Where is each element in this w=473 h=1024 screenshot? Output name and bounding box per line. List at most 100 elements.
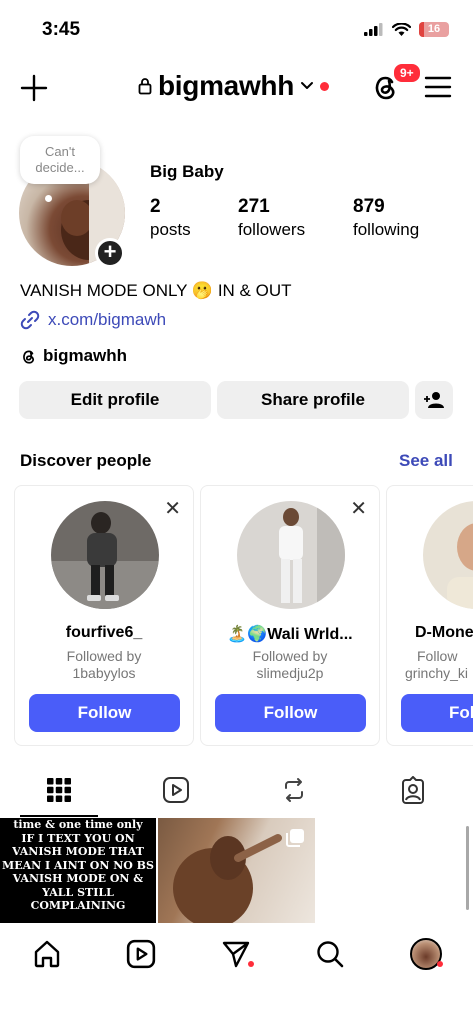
tagged-icon <box>402 776 424 804</box>
nav-home[interactable] <box>30 937 64 971</box>
suggestion-card[interactable]: ✕ fourfive6_ Followed by 1babyylos Follo… <box>14 485 194 746</box>
status-bar: 3:45 16 <box>0 0 473 60</box>
profile-header: bigmawhh 9+ <box>0 60 473 116</box>
suggestion-photo <box>51 501 159 609</box>
header-username: bigmawhh <box>158 70 295 101</box>
post-text-line: YALL STILL <box>42 885 114 899</box>
signal-icon <box>364 23 383 36</box>
wifi-icon <box>392 22 411 36</box>
suggestion-card[interactable]: ✕ 🏝️🌍Wali Wrld... Followed by slimedju2p… <box>200 485 380 746</box>
reels-icon <box>163 777 189 803</box>
chevron-down-icon <box>301 82 314 89</box>
direct-send-icon <box>222 941 250 968</box>
carousel-icon <box>286 829 304 847</box>
account-switcher[interactable]: bigmawhh <box>138 70 330 102</box>
follow-button[interactable]: Follow <box>215 694 366 732</box>
messages-unread-dot <box>248 961 254 967</box>
menu-button[interactable] <box>424 75 452 104</box>
suggestion-mutual: Followed by 1babyylos <box>15 648 193 682</box>
display-name: Big Baby <box>150 162 224 181</box>
reels-icon <box>126 939 156 969</box>
followed-by-label: Followed by <box>66 648 142 664</box>
link-text: x.com/bigmawh <box>48 310 167 329</box>
content-tabs <box>0 765 473 817</box>
battery-icon: 16 <box>419 22 449 37</box>
bio-text: VANISH MODE ONLY 🫢 IN & OUT <box>20 281 292 300</box>
status-icons: 16 <box>364 22 449 37</box>
battery-level <box>419 22 424 37</box>
unread-dot <box>320 81 330 91</box>
posts-stat[interactable]: 2 posts <box>150 196 191 240</box>
suggestion-photo <box>423 501 473 609</box>
tab-tagged[interactable] <box>398 775 428 805</box>
edit-profile-button[interactable]: Edit profile <box>19 381 211 419</box>
dismiss-suggestion-button[interactable]: ✕ <box>350 496 367 521</box>
nav-reels[interactable] <box>124 937 158 971</box>
mutual-follower: grinchy_ki <box>405 665 469 681</box>
post-text-line: time & one time only <box>13 818 143 831</box>
nav-search[interactable] <box>313 937 347 971</box>
add-person-icon <box>424 392 444 408</box>
status-time: 3:45 <box>42 19 81 40</box>
suggestion-mutual: Follow grinchy_ki <box>405 648 473 682</box>
post-text-line: COMPLAINING <box>30 899 126 912</box>
profile-link[interactable]: x.com/bigmawh <box>20 310 166 330</box>
note-bubble-tail <box>45 195 52 202</box>
tab-reels[interactable] <box>161 775 191 805</box>
post-text-line: VANISH MODE ON & <box>12 872 144 885</box>
follow-button[interactable]: Fol <box>401 694 473 732</box>
create-button[interactable] <box>20 74 48 107</box>
followed-by-label: Follow <box>417 648 458 664</box>
followers-stat[interactable]: 271 followers <box>238 196 305 240</box>
following-count: 879 <box>353 196 385 217</box>
notification-badge: 9+ <box>392 62 422 84</box>
tab-reposts[interactable] <box>279 775 309 805</box>
post-thumbnail[interactable]: time & one time only IF I TEXT YOU ON VA… <box>0 818 156 923</box>
profile-unread-dot <box>437 961 443 967</box>
posts-label: posts <box>150 220 191 239</box>
hamburger-menu-icon <box>424 76 452 98</box>
suggestion-name[interactable]: fourfive6_ <box>15 624 193 642</box>
threads-profile-link[interactable]: bigmawhh <box>20 346 127 366</box>
followers-label: followers <box>238 220 306 239</box>
suggestion-mutual: Followed by slimedju2p <box>201 648 379 682</box>
link-icon <box>20 310 40 330</box>
search-icon <box>317 941 344 968</box>
grid-icon <box>47 778 71 802</box>
suggestion-name[interactable]: 🏝️🌍Wali Wrld... <box>201 624 379 644</box>
dismiss-suggestion-button[interactable]: ✕ <box>164 496 181 521</box>
note-text: Can't decide... <box>35 144 85 175</box>
add-story-button[interactable]: + <box>95 238 125 268</box>
active-tab-indicator <box>20 815 98 817</box>
following-stat[interactable]: 879 following <box>353 196 419 240</box>
posts-count: 2 <box>150 196 161 217</box>
followed-by-label: Followed by <box>252 648 328 664</box>
bottom-navigation <box>0 923 473 1024</box>
following-label: following <box>353 220 420 239</box>
post-text-line: MEAN I AINT ON NO BS <box>2 858 154 872</box>
follow-button[interactable]: Follow <box>29 694 180 732</box>
suggestion-card[interactable]: D-Mone Follow grinchy_ki Fol <box>386 485 473 746</box>
note-bubble[interactable]: Can't decide... <box>20 136 100 184</box>
scrollbar[interactable] <box>466 826 469 910</box>
post-text-line: IF I TEXT YOU ON <box>21 831 135 845</box>
see-all-link[interactable]: See all <box>399 451 453 471</box>
discover-people-title: Discover people <box>20 451 152 470</box>
discover-people-button[interactable] <box>415 381 453 419</box>
mutual-follower: 1babyylos <box>72 665 136 681</box>
suggestion-avatar <box>237 501 345 609</box>
suggestion-avatar <box>423 501 473 609</box>
share-profile-button[interactable]: Share profile <box>217 381 409 419</box>
tab-posts[interactable] <box>44 775 74 805</box>
lock-icon <box>138 78 152 95</box>
threads-handle: bigmawhh <box>43 346 128 365</box>
followers-count: 271 <box>238 196 270 217</box>
suggestion-name[interactable]: D-Mone <box>415 624 473 642</box>
mutual-follower: slimedju2p <box>256 665 324 681</box>
suggestion-photo <box>237 501 345 609</box>
post-text-line: VANISH MODE THAT <box>12 845 144 858</box>
plus-icon <box>20 74 48 102</box>
suggestion-avatar <box>51 501 159 609</box>
repost-icon <box>285 778 303 802</box>
post-thumbnail[interactable] <box>158 818 315 923</box>
